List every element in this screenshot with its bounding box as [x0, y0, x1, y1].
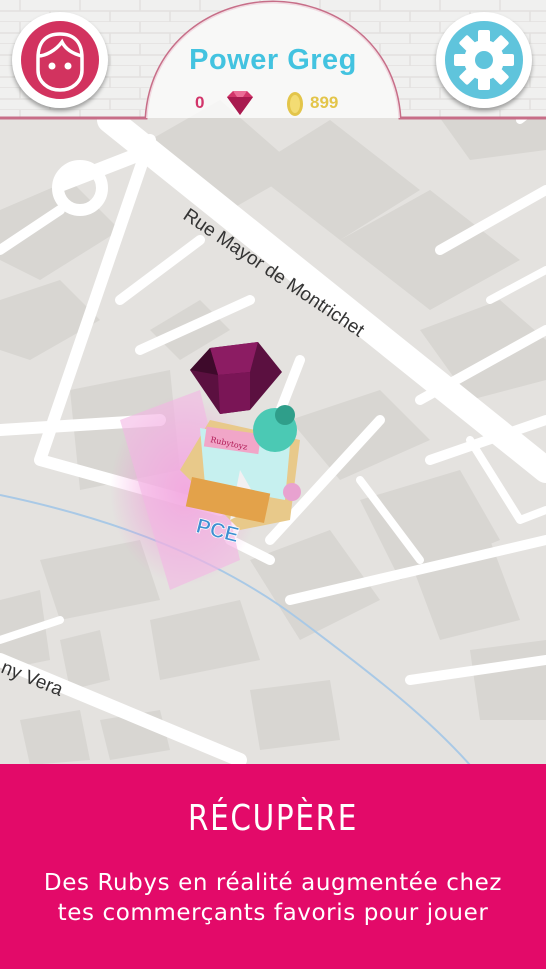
settings-button[interactable] — [436, 12, 532, 108]
panel-description-line-1: Des Rubys en réalité augmentée chez — [43, 870, 503, 896]
panel-description-line-2: tes commerçants favoris pour jouer — [57, 900, 489, 926]
panel-description: Des Rubys en réalité augmentée chez tes … — [0, 868, 546, 928]
gear-icon — [454, 30, 514, 90]
currency-stats: 0 899 — [190, 90, 370, 120]
coin-icon — [287, 92, 303, 116]
top-bar: Power Greg 0 899 — [0, 0, 546, 122]
profile-button[interactable] — [12, 12, 108, 108]
face-icon — [36, 32, 84, 92]
info-panel: RÉCUPÈRE Des Rubys en réalité augmentée … — [0, 764, 546, 969]
coin-count: 899 — [310, 93, 339, 112]
ruby-count: 0 — [195, 93, 205, 112]
panel-title: RÉCUPÈRE — [187, 798, 359, 839]
player-name: Power Greg — [189, 44, 357, 76]
ruby-icon — [227, 91, 253, 115]
